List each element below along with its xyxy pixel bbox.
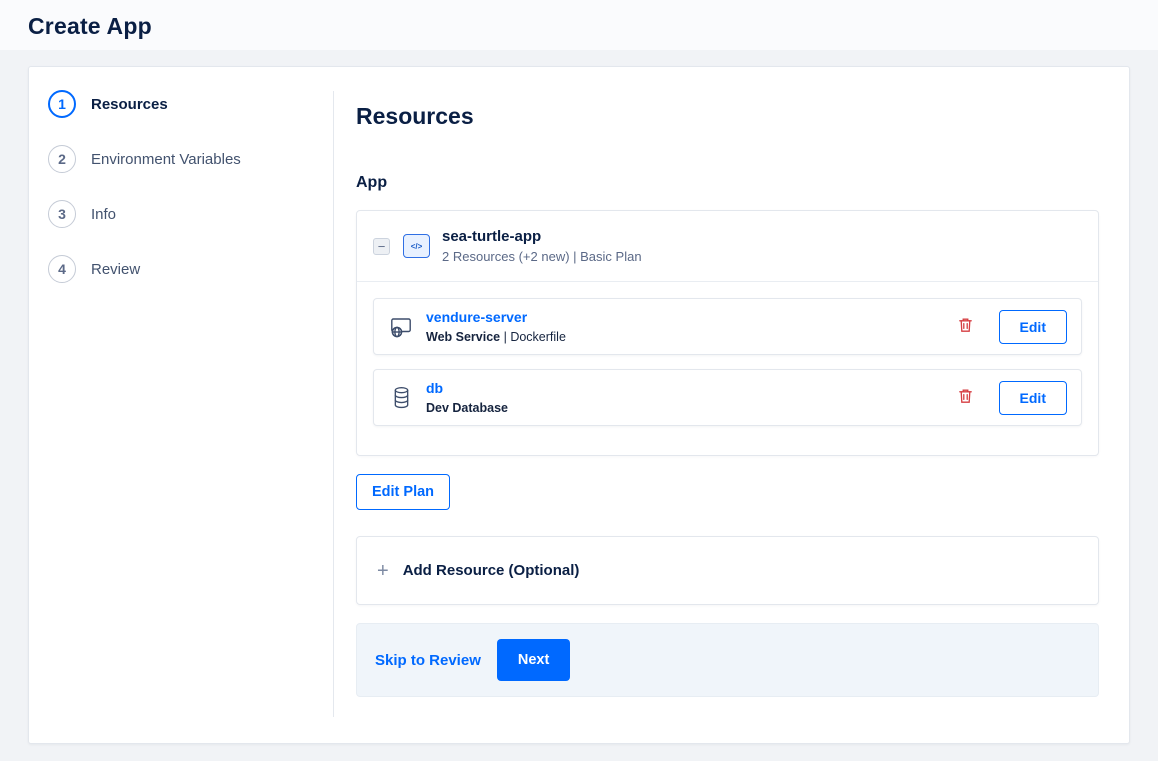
step-resources[interactable]: 1 Resources	[48, 90, 334, 118]
resource-detail: Web Service | Dockerfile	[426, 330, 954, 344]
resource-meta: vendure-server Web Service | Dockerfile	[426, 309, 954, 344]
minus-icon: −	[377, 238, 386, 254]
resource-name-link[interactable]: db	[426, 380, 443, 396]
step-review[interactable]: 4 Review	[48, 255, 334, 283]
plus-icon: +	[377, 559, 389, 582]
resource-detail: Dev Database	[426, 401, 954, 415]
step-label: Resources	[91, 95, 168, 113]
web-service-icon	[388, 315, 414, 339]
step-label: Info	[91, 205, 117, 223]
page-header: Create App	[0, 0, 1158, 50]
trash-icon	[958, 388, 973, 407]
app-code-icon: </>	[403, 234, 430, 258]
resource-name-link[interactable]: vendure-server	[426, 309, 527, 325]
step-number-circle: 2	[48, 145, 76, 173]
content-heading: Resources	[356, 103, 474, 129]
wizard-footer-bar: Skip to Review Next	[356, 623, 1099, 697]
edit-plan-button[interactable]: Edit Plan	[356, 474, 451, 510]
page-bottom-strip	[0, 761, 1158, 769]
edit-resource-button[interactable]: Edit	[998, 380, 1067, 415]
resource-type: Dev Database	[426, 401, 508, 415]
step-number-circle: 4	[48, 255, 76, 283]
resource-row-vendure-server: vendure-server Web Service | Dockerfile	[373, 298, 1082, 355]
step-info[interactable]: 3 Info	[48, 200, 334, 228]
create-app-card: 1 Resources 2 Environment Variables 3 In…	[28, 66, 1130, 744]
stepper-divider	[333, 91, 334, 717]
app-meta: sea-turtle-app 2 Resources (+2 new) | Ba…	[442, 228, 642, 264]
resource-row-db: db Dev Database Edit	[373, 369, 1082, 426]
trash-icon	[958, 317, 973, 336]
step-environment-variables[interactable]: 2 Environment Variables	[48, 145, 334, 173]
app-group-card: − </> sea-turtle-app 2 Resources (+2 new…	[356, 210, 1099, 456]
app-summary: 2 Resources (+2 new) | Basic Plan	[442, 249, 642, 264]
step-label: Review	[91, 260, 141, 278]
add-resource-label: Add Resource (Optional)	[402, 562, 580, 579]
resource-source: | Dockerfile	[500, 330, 566, 344]
app-section-label: App	[356, 174, 388, 191]
resources-step-content: Resources App − </> sea-turtle-app 2 Res…	[334, 67, 1129, 743]
page-title: Create App	[28, 13, 152, 39]
resource-rows: vendure-server Web Service | Dockerfile	[357, 282, 1098, 455]
delete-resource-button[interactable]	[954, 384, 977, 411]
database-icon	[388, 386, 414, 409]
resource-meta: db Dev Database	[426, 380, 954, 415]
delete-resource-button[interactable]	[954, 313, 977, 340]
app-name: sea-turtle-app	[442, 228, 542, 245]
step-number-circle: 3	[48, 200, 76, 228]
resource-type: Web Service	[426, 330, 501, 344]
skip-to-review-link[interactable]: Skip to Review	[375, 652, 481, 669]
stepper: 1 Resources 2 Environment Variables 3 In…	[29, 67, 334, 743]
step-number-circle: 1	[48, 90, 76, 118]
collapse-app-button[interactable]: −	[373, 237, 390, 255]
edit-resource-button[interactable]: Edit	[998, 309, 1067, 344]
next-button[interactable]: Next	[496, 639, 571, 681]
step-label: Environment Variables	[91, 150, 241, 168]
add-resource-card[interactable]: + Add Resource (Optional)	[356, 536, 1099, 605]
app-group-header: − </> sea-turtle-app 2 Resources (+2 new…	[357, 211, 1098, 282]
